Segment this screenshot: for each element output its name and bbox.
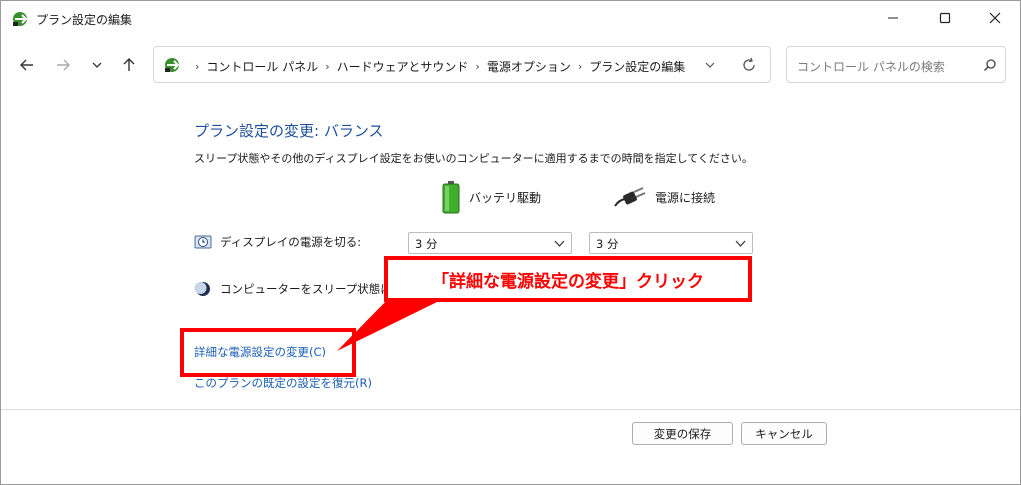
sleep-label: コンピューターをスリープ状態にす <box>220 282 404 296</box>
display-off-plugged-in-select[interactable]: 3 分 <box>589 232 753 254</box>
arrow-left-icon <box>20 59 33 71</box>
highlight-box <box>180 328 356 377</box>
breadcrumb-item-control-panel[interactable]: コントロール パネル <box>206 58 318 75</box>
window: プラン設定の編集 › コントロール パネル › ハードウェアとサウンド › 電源… <box>0 0 1021 485</box>
chevron-right-icon: › <box>195 60 200 73</box>
save-changes-button[interactable]: 変更の保存 <box>632 422 733 445</box>
search-icon <box>983 58 997 72</box>
arrow-right-icon <box>57 59 70 71</box>
display-off-battery-select[interactable]: 3 分 <box>408 232 572 254</box>
power-options-icon <box>11 10 29 28</box>
breadcrumb: › コントロール パネル › ハードウェアとサウンド › 電源オプション › プ… <box>188 58 685 75</box>
window-title: プラン設定の編集 <box>36 13 133 27</box>
select-value: 3 分 <box>415 237 438 251</box>
column-label-plugged-in: 電源に接続 <box>655 190 716 205</box>
breadcrumb-item-hardware-sound[interactable]: ハードウェアとサウンド <box>337 58 469 75</box>
minimize-button[interactable] <box>869 1 917 35</box>
display-off-row: ディスプレイの電源を切る: <box>194 231 361 253</box>
page-title: プラン設定の変更: バランス <box>194 122 384 140</box>
maximize-button[interactable] <box>921 1 969 35</box>
search-placeholder: コントロール パネルの検索 <box>797 60 945 74</box>
column-header-battery: バッテリ駆動 <box>441 179 541 215</box>
address-bar[interactable]: › コントロール パネル › ハードウェアとサウンド › 電源オプション › プ… <box>153 46 771 83</box>
callout-text: 「詳細な電源設定の変更」クリック <box>432 271 704 292</box>
chevron-down-icon <box>92 62 102 68</box>
breadcrumb-item-edit-plan[interactable]: プラン設定の編集 <box>589 58 685 75</box>
back-button[interactable] <box>15 53 39 77</box>
battery-icon <box>442 181 460 214</box>
power-options-icon <box>163 56 181 74</box>
minimize-icon <box>888 17 898 19</box>
sleep-row: コンピューターをスリープ状態にす <box>194 278 403 300</box>
plug-icon <box>614 187 646 207</box>
refresh-button[interactable] <box>740 56 758 74</box>
forward-button[interactable] <box>51 53 75 77</box>
chevron-right-icon[interactable]: › <box>578 60 582 73</box>
close-button[interactable] <box>971 1 1019 35</box>
arrow-up-icon <box>123 58 135 71</box>
chevron-down-icon <box>705 62 715 68</box>
recent-locations-button[interactable] <box>85 53 109 77</box>
select-value: 3 分 <box>596 237 619 251</box>
cancel-button[interactable]: キャンセル <box>741 422 827 445</box>
close-icon <box>989 12 1001 24</box>
chevron-right-icon[interactable]: › <box>325 60 329 73</box>
column-label-battery: バッテリ駆動 <box>469 190 542 205</box>
address-history-dropdown[interactable] <box>702 57 718 73</box>
search-input[interactable]: コントロール パネルの検索 <box>786 46 1006 83</box>
footer-divider <box>1 409 1020 410</box>
title-bar: プラン設定の編集 <box>1 1 1020 37</box>
refresh-icon <box>743 57 755 71</box>
moon-icon <box>194 282 210 296</box>
display-timer-icon <box>194 235 212 249</box>
restore-defaults-link[interactable]: このプランの既定の設定を復元(R) <box>194 375 372 391</box>
chevron-down-icon <box>735 240 746 247</box>
maximize-icon <box>939 12 951 24</box>
chevron-right-icon[interactable]: › <box>475 60 479 73</box>
breadcrumb-item-power-options[interactable]: 電源オプション <box>487 58 571 75</box>
display-off-label: ディスプレイの電源を切る: <box>220 235 362 249</box>
page-description: スリープ状態やその他のディスプレイ設定をお使いのコンピューターに適用するまでの時… <box>194 152 753 165</box>
chevron-down-icon <box>554 240 565 247</box>
up-button[interactable] <box>117 53 141 77</box>
column-header-plugged-in: 電源に接続 <box>613 179 715 215</box>
callout-box: 「詳細な電源設定の変更」クリック <box>384 256 752 302</box>
